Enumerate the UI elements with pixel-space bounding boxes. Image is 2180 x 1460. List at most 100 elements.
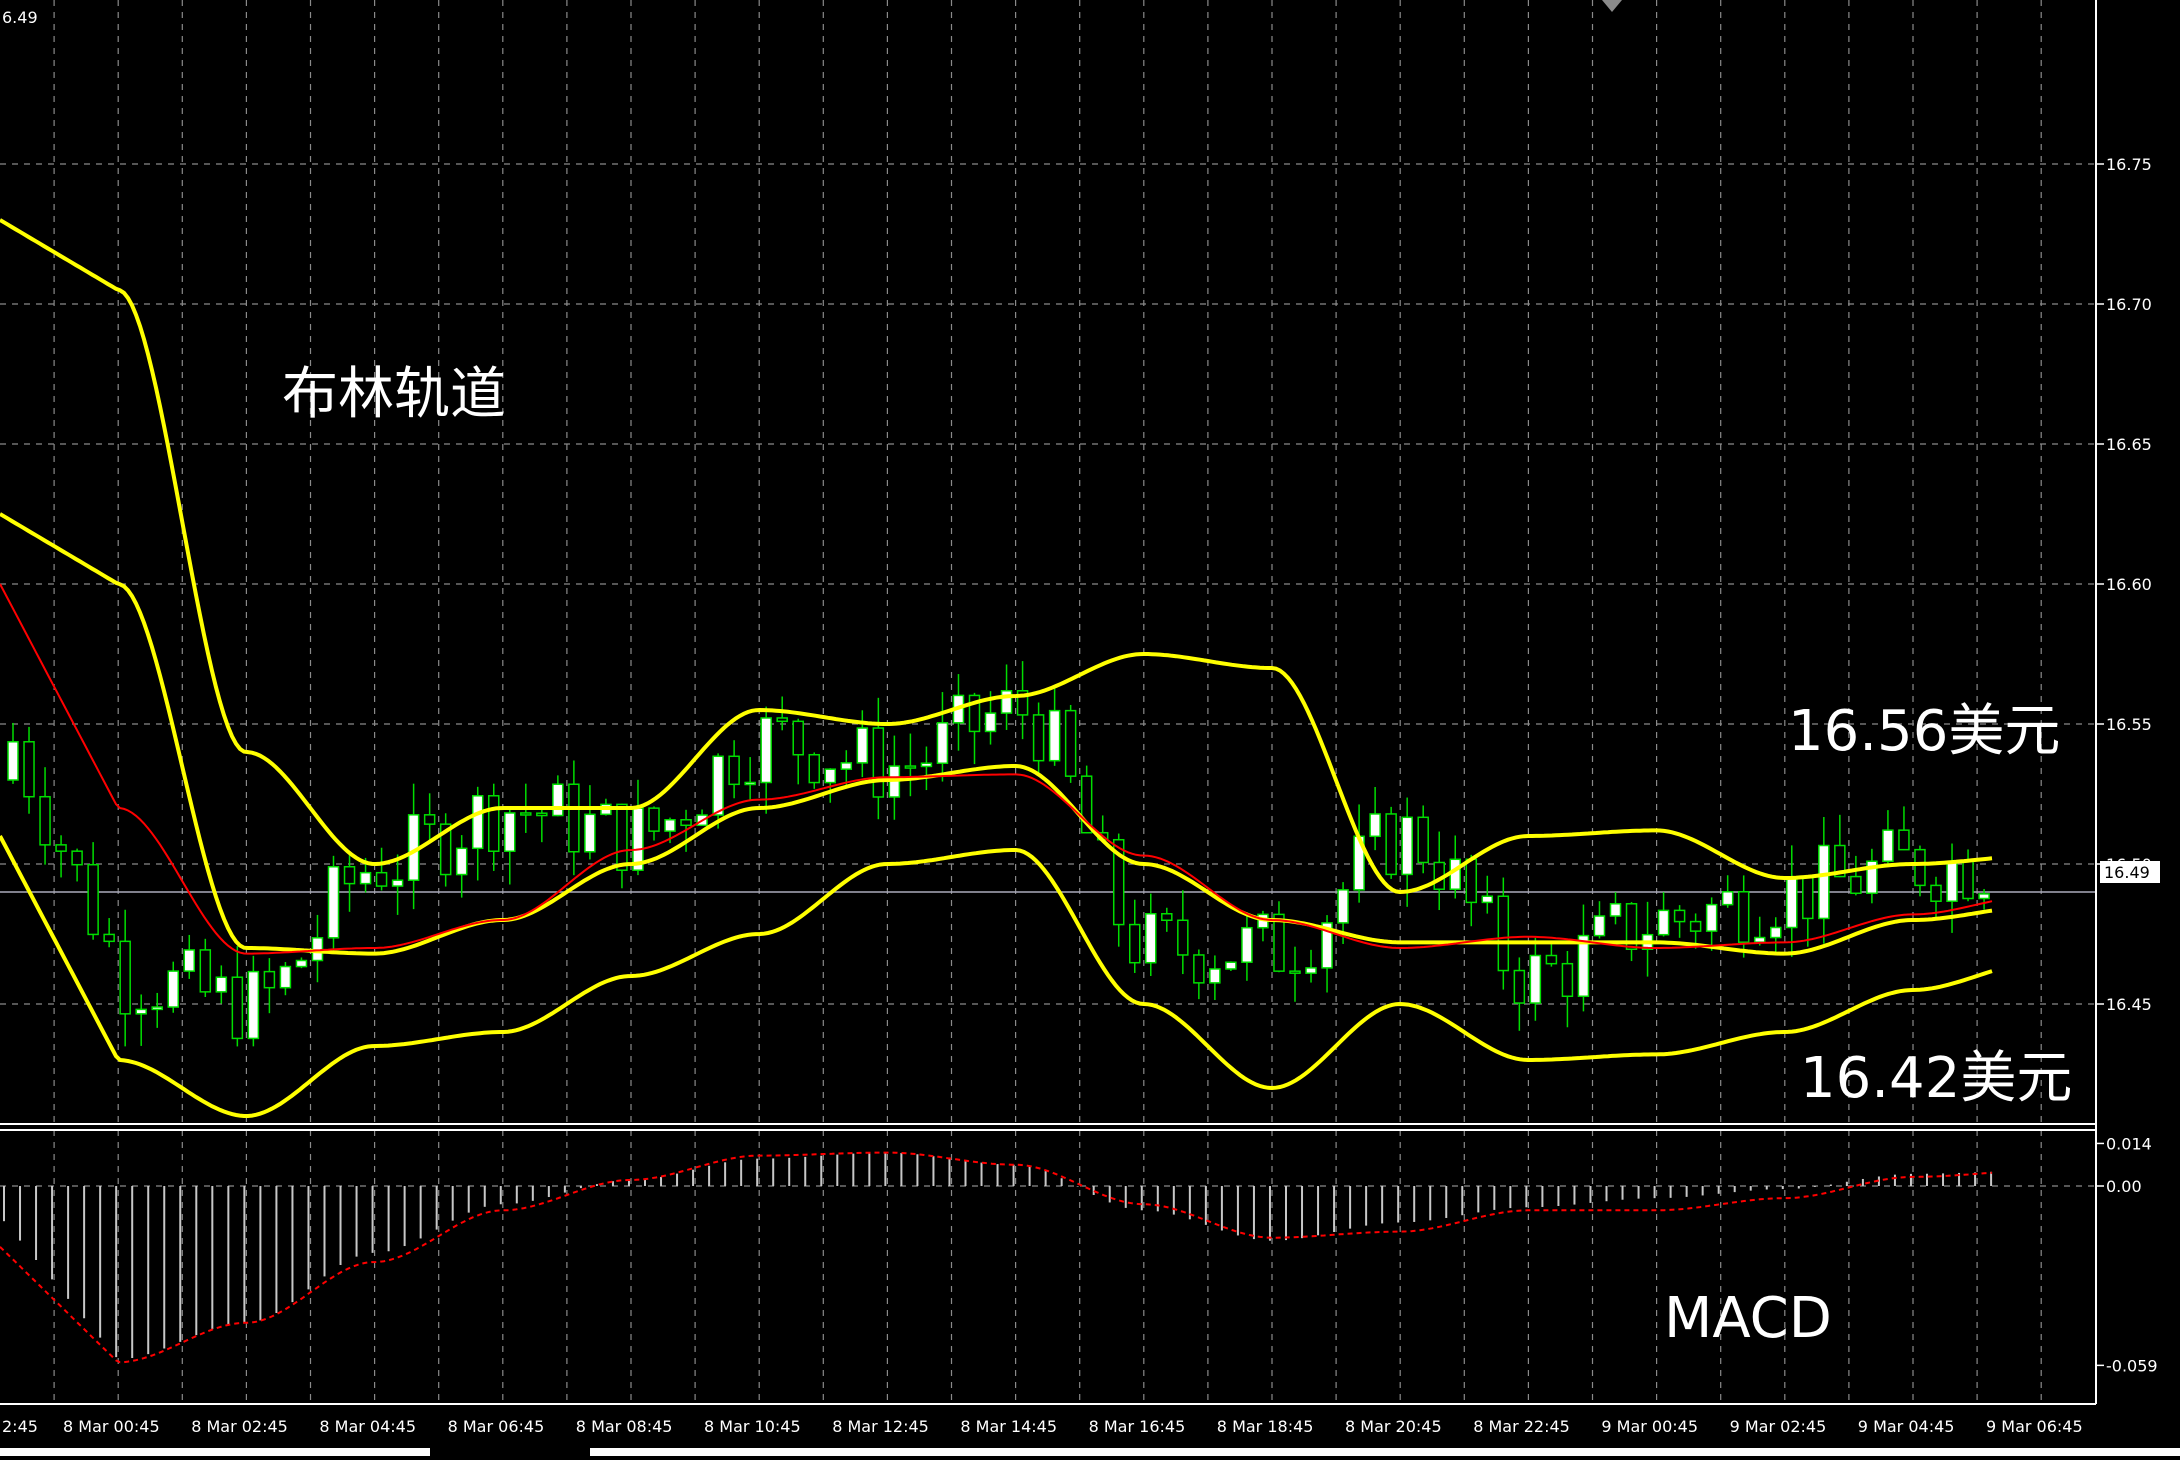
candle-body [808, 753, 820, 784]
price-tick-label: 16.60 [2106, 575, 2152, 594]
candle-body [1369, 813, 1381, 838]
candle-body [343, 866, 356, 885]
candle-body [1000, 690, 1013, 714]
candle-body [1737, 891, 1750, 943]
candle-body [1048, 709, 1061, 762]
time-tick-label: 8 Mar 12:45 [832, 1417, 929, 1436]
candle-body [936, 722, 949, 764]
time-tick-label: 8 Mar 00:45 [63, 1417, 160, 1436]
candle-body [1145, 913, 1157, 964]
macd-tick-label: 0.00 [2106, 1177, 2142, 1196]
candle-body [23, 741, 35, 798]
candle-body [1481, 895, 1494, 904]
candle-body [1529, 954, 1542, 1004]
chart-svg[interactable]: 16.7516.7016.6516.6016.5516.5016.452:458… [0, 0, 2180, 1456]
candle-body [1129, 923, 1141, 964]
price-tick-label: 16.55 [2106, 715, 2152, 734]
price-tick-label: 16.70 [2106, 295, 2152, 314]
candle-body [295, 959, 308, 968]
time-tick-label: 8 Mar 06:45 [448, 1417, 545, 1436]
candle-body [552, 783, 564, 817]
time-tick-label: 8 Mar 18:45 [1217, 1417, 1314, 1436]
candle-body [263, 970, 276, 989]
candle-body [1465, 858, 1478, 904]
candle-body [1914, 848, 1926, 887]
candle-body [1962, 860, 1974, 900]
candle-body [1786, 876, 1798, 929]
trading-chart[interactable]: 16.7516.7016.6516.6016.5516.5016.452:458… [0, 0, 2180, 1456]
candle-body [1513, 969, 1526, 1004]
candle-body [1417, 816, 1429, 864]
candle-body [1064, 709, 1077, 777]
time-tick-label: 8 Mar 10:45 [704, 1417, 801, 1436]
candle-body [1930, 884, 1942, 902]
candle-body [488, 795, 500, 852]
candle-body [231, 976, 244, 1040]
candle-body [792, 720, 804, 756]
candle-body [840, 762, 853, 770]
candle-body [1289, 970, 1301, 974]
time-tick-label: 8 Mar 02:45 [191, 1417, 288, 1436]
candle-body [215, 976, 228, 993]
candle-body [7, 741, 19, 781]
candle-body [199, 949, 212, 993]
candle-body [1561, 962, 1574, 998]
candle-body [87, 863, 99, 936]
candle-body [247, 970, 260, 1040]
candle-body [327, 866, 340, 939]
candle-body [151, 1006, 163, 1011]
time-tick-label: 8 Mar 22:45 [1473, 1417, 1570, 1436]
candle-body [1657, 909, 1670, 936]
price-readout: 6.49 [2, 8, 38, 27]
candle-body [1273, 913, 1285, 972]
horizontal-scrollbar-track [590, 1448, 2180, 1456]
candle-body [920, 762, 933, 768]
price-tick-label: 16.65 [2106, 435, 2152, 454]
candle-body [1689, 920, 1702, 932]
candle-body [1818, 844, 1830, 920]
candle-body [1193, 954, 1205, 984]
candle-body [872, 727, 885, 798]
candle-body [824, 768, 837, 784]
candle-body [1946, 860, 1958, 902]
time-tick-label: 8 Mar 08:45 [576, 1417, 673, 1436]
candle-body [1161, 913, 1173, 922]
price-tick-label: 16.45 [2106, 995, 2152, 1014]
time-tick-label: 9 Mar 00:45 [1601, 1417, 1698, 1436]
candle-body [167, 970, 179, 1008]
bollinger-band-label: 布林轨道 [282, 362, 506, 427]
candle-body [183, 949, 196, 972]
time-tick-label: 9 Mar 04:45 [1858, 1417, 1955, 1436]
candle-body [680, 819, 692, 827]
candle-body [1225, 961, 1237, 970]
candle-body [744, 781, 756, 786]
candle-body [1241, 926, 1253, 963]
candle-body [1721, 891, 1734, 906]
candle-body [648, 807, 660, 832]
candle-body [1802, 876, 1814, 920]
candle-body [423, 814, 436, 825]
upper-price-annotation: 16.56美元 [1788, 699, 2060, 764]
candle-body [536, 812, 548, 817]
time-tick-label: 9 Mar 02:45 [1730, 1417, 1827, 1436]
candle-body [1545, 954, 1558, 965]
candle-body [359, 871, 372, 885]
macd-tick-label: -0.059 [2106, 1356, 2158, 1375]
candle-body [904, 765, 917, 769]
candle-body [1209, 968, 1221, 984]
candle-body [1770, 926, 1782, 939]
price-tick-label: 16.75 [2106, 155, 2152, 174]
candle-body [1882, 829, 1894, 862]
candle-body [1705, 903, 1718, 932]
candle-body [55, 844, 67, 852]
candle-body [776, 717, 788, 723]
candle-body [119, 940, 131, 1015]
candle-body [391, 879, 404, 887]
candle-body [584, 813, 596, 853]
candle-body [568, 783, 580, 853]
lower-price-annotation: 16.42美元 [1800, 1046, 2072, 1111]
current-price-tag: 16.49 [2100, 861, 2160, 883]
candle-body [1850, 875, 1862, 895]
candle-body [760, 717, 772, 784]
candle-body [728, 755, 740, 786]
